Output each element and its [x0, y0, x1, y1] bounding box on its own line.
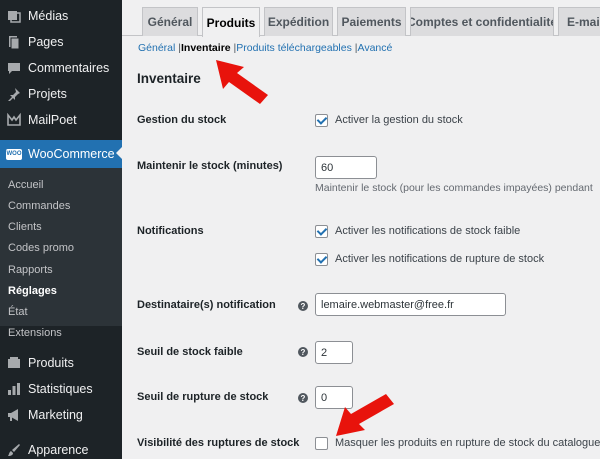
label-visibilite-ruptures: Visibilité des ruptures de stock: [137, 437, 300, 449]
woocommerce-submenu: Accueil Commandes Clients Codes promo Ra…: [0, 168, 122, 339]
tab-email[interactable]: E-mail: [558, 7, 600, 36]
section-link-telechargeables[interactable]: Produits téléchargeables: [236, 42, 352, 54]
checkbox-notif-rupture[interactable]: [315, 253, 328, 266]
section-links: Général |Inventaire |Produits télécharge…: [138, 42, 392, 54]
sidebar-item-apparence[interactable]: Apparence: [0, 437, 122, 459]
submenu-item-accueil[interactable]: Accueil: [8, 179, 43, 191]
sidebar-item-marketing[interactable]: Marketing: [0, 402, 122, 428]
checkbox-label-notif-stock-faible[interactable]: Activer les notifications de stock faibl…: [335, 225, 520, 237]
comments-icon: [6, 60, 22, 76]
sidebar-item-label: Marketing: [28, 408, 83, 422]
tab-general[interactable]: Général: [142, 7, 198, 36]
tab-comptes-confidentialite[interactable]: Comptes et confidentialité: [410, 7, 554, 36]
destinataire-input[interactable]: [315, 293, 506, 316]
label-notifications: Notifications: [137, 225, 204, 237]
sidebar-item-label: Produits: [28, 356, 74, 370]
help-icon[interactable]: ?: [298, 301, 308, 311]
label-seuil-rupture: Seuil de rupture de stock: [137, 391, 269, 403]
label-destinataire: Destinataire(s) notification: [137, 299, 276, 311]
submenu-item-codes-promo[interactable]: Codes promo: [8, 242, 74, 254]
sidebar-item-pages[interactable]: Pages: [0, 29, 122, 55]
megaphone-icon: [6, 407, 22, 423]
submenu-item-reglages[interactable]: Réglages: [8, 285, 57, 297]
section-link-inventaire[interactable]: Inventaire: [181, 42, 231, 54]
annotation-arrow-icon: [216, 60, 268, 104]
sidebar-item-projets[interactable]: Projets: [0, 81, 122, 107]
section-link-avance[interactable]: Avancé: [358, 42, 393, 54]
label-maintenir-stock: Maintenir le stock (minutes): [137, 160, 283, 172]
sidebar-item-label: Pages: [28, 35, 64, 49]
tab-paiements[interactable]: Paiements: [337, 7, 406, 36]
submenu-item-etat[interactable]: État: [8, 306, 28, 318]
maintenir-stock-description: Maintenir le stock (pour les commandes i…: [315, 182, 593, 194]
sidebar-item-woocommerce[interactable]: WOO WooCommerce: [0, 140, 123, 168]
pages-icon: [6, 34, 22, 50]
help-icon[interactable]: ?: [298, 393, 308, 403]
admin-sidebar: Médias Pages Commentaires Projets MailPo…: [0, 0, 123, 459]
brush-icon: [6, 442, 22, 458]
sidebar-item-label: WooCommerce: [28, 147, 115, 161]
sidebar-item-commentaires[interactable]: Commentaires: [0, 55, 122, 81]
maintenir-stock-input[interactable]: [315, 156, 377, 179]
submenu-item-commandes[interactable]: Commandes: [8, 200, 70, 212]
pin-icon: [6, 86, 22, 102]
stats-icon: [6, 381, 22, 397]
section-link-general[interactable]: Général: [138, 42, 175, 54]
sidebar-item-label: Projets: [28, 87, 67, 101]
settings-main: Général Produits Expédition Paiements Co…: [122, 0, 600, 459]
sidebar-item-label: Statistiques: [28, 382, 93, 396]
submenu-item-clients[interactable]: Clients: [8, 221, 42, 233]
sidebar-item-label: Commentaires: [28, 61, 110, 75]
mailpoet-icon: [6, 112, 22, 128]
media-icon: [6, 8, 22, 24]
tab-expedition[interactable]: Expédition: [264, 7, 333, 36]
label-seuil-faible: Seuil de stock faible: [137, 346, 243, 358]
sidebar-item-produits[interactable]: Produits: [0, 350, 122, 376]
sidebar-item-statistiques[interactable]: Statistiques: [0, 376, 122, 402]
checkbox-label-gestion-stock[interactable]: Activer la gestion du stock: [335, 114, 463, 126]
checkbox-notif-stock-faible[interactable]: [315, 225, 328, 238]
sidebar-item-label: MailPoet: [28, 113, 77, 127]
seuil-faible-input[interactable]: [315, 341, 353, 364]
sidebar-item-label: Apparence: [28, 443, 89, 457]
sidebar-item-mailpoet[interactable]: MailPoet: [0, 107, 122, 133]
products-icon: [6, 355, 22, 371]
sidebar-item-label: Médias: [28, 9, 69, 23]
woocommerce-icon: WOO: [6, 146, 22, 162]
label-gestion-stock: Gestion du stock: [137, 114, 227, 126]
annotation-arrow-icon: [336, 394, 394, 436]
settings-tabs: Général Produits Expédition Paiements Co…: [122, 0, 600, 37]
submenu-item-extensions[interactable]: Extensions: [8, 327, 62, 339]
sidebar-item-medias[interactable]: Médias: [0, 3, 122, 29]
help-icon[interactable]: ?: [298, 347, 308, 357]
checkbox-gestion-stock[interactable]: [315, 114, 328, 127]
checkbox-label-notif-rupture[interactable]: Activer les notifications de rupture de …: [335, 253, 544, 265]
tab-produits[interactable]: Produits: [202, 7, 260, 37]
section-title: Inventaire: [137, 71, 201, 86]
submenu-item-rapports[interactable]: Rapports: [8, 264, 53, 276]
checkbox-masquer-ruptures[interactable]: [315, 437, 328, 450]
